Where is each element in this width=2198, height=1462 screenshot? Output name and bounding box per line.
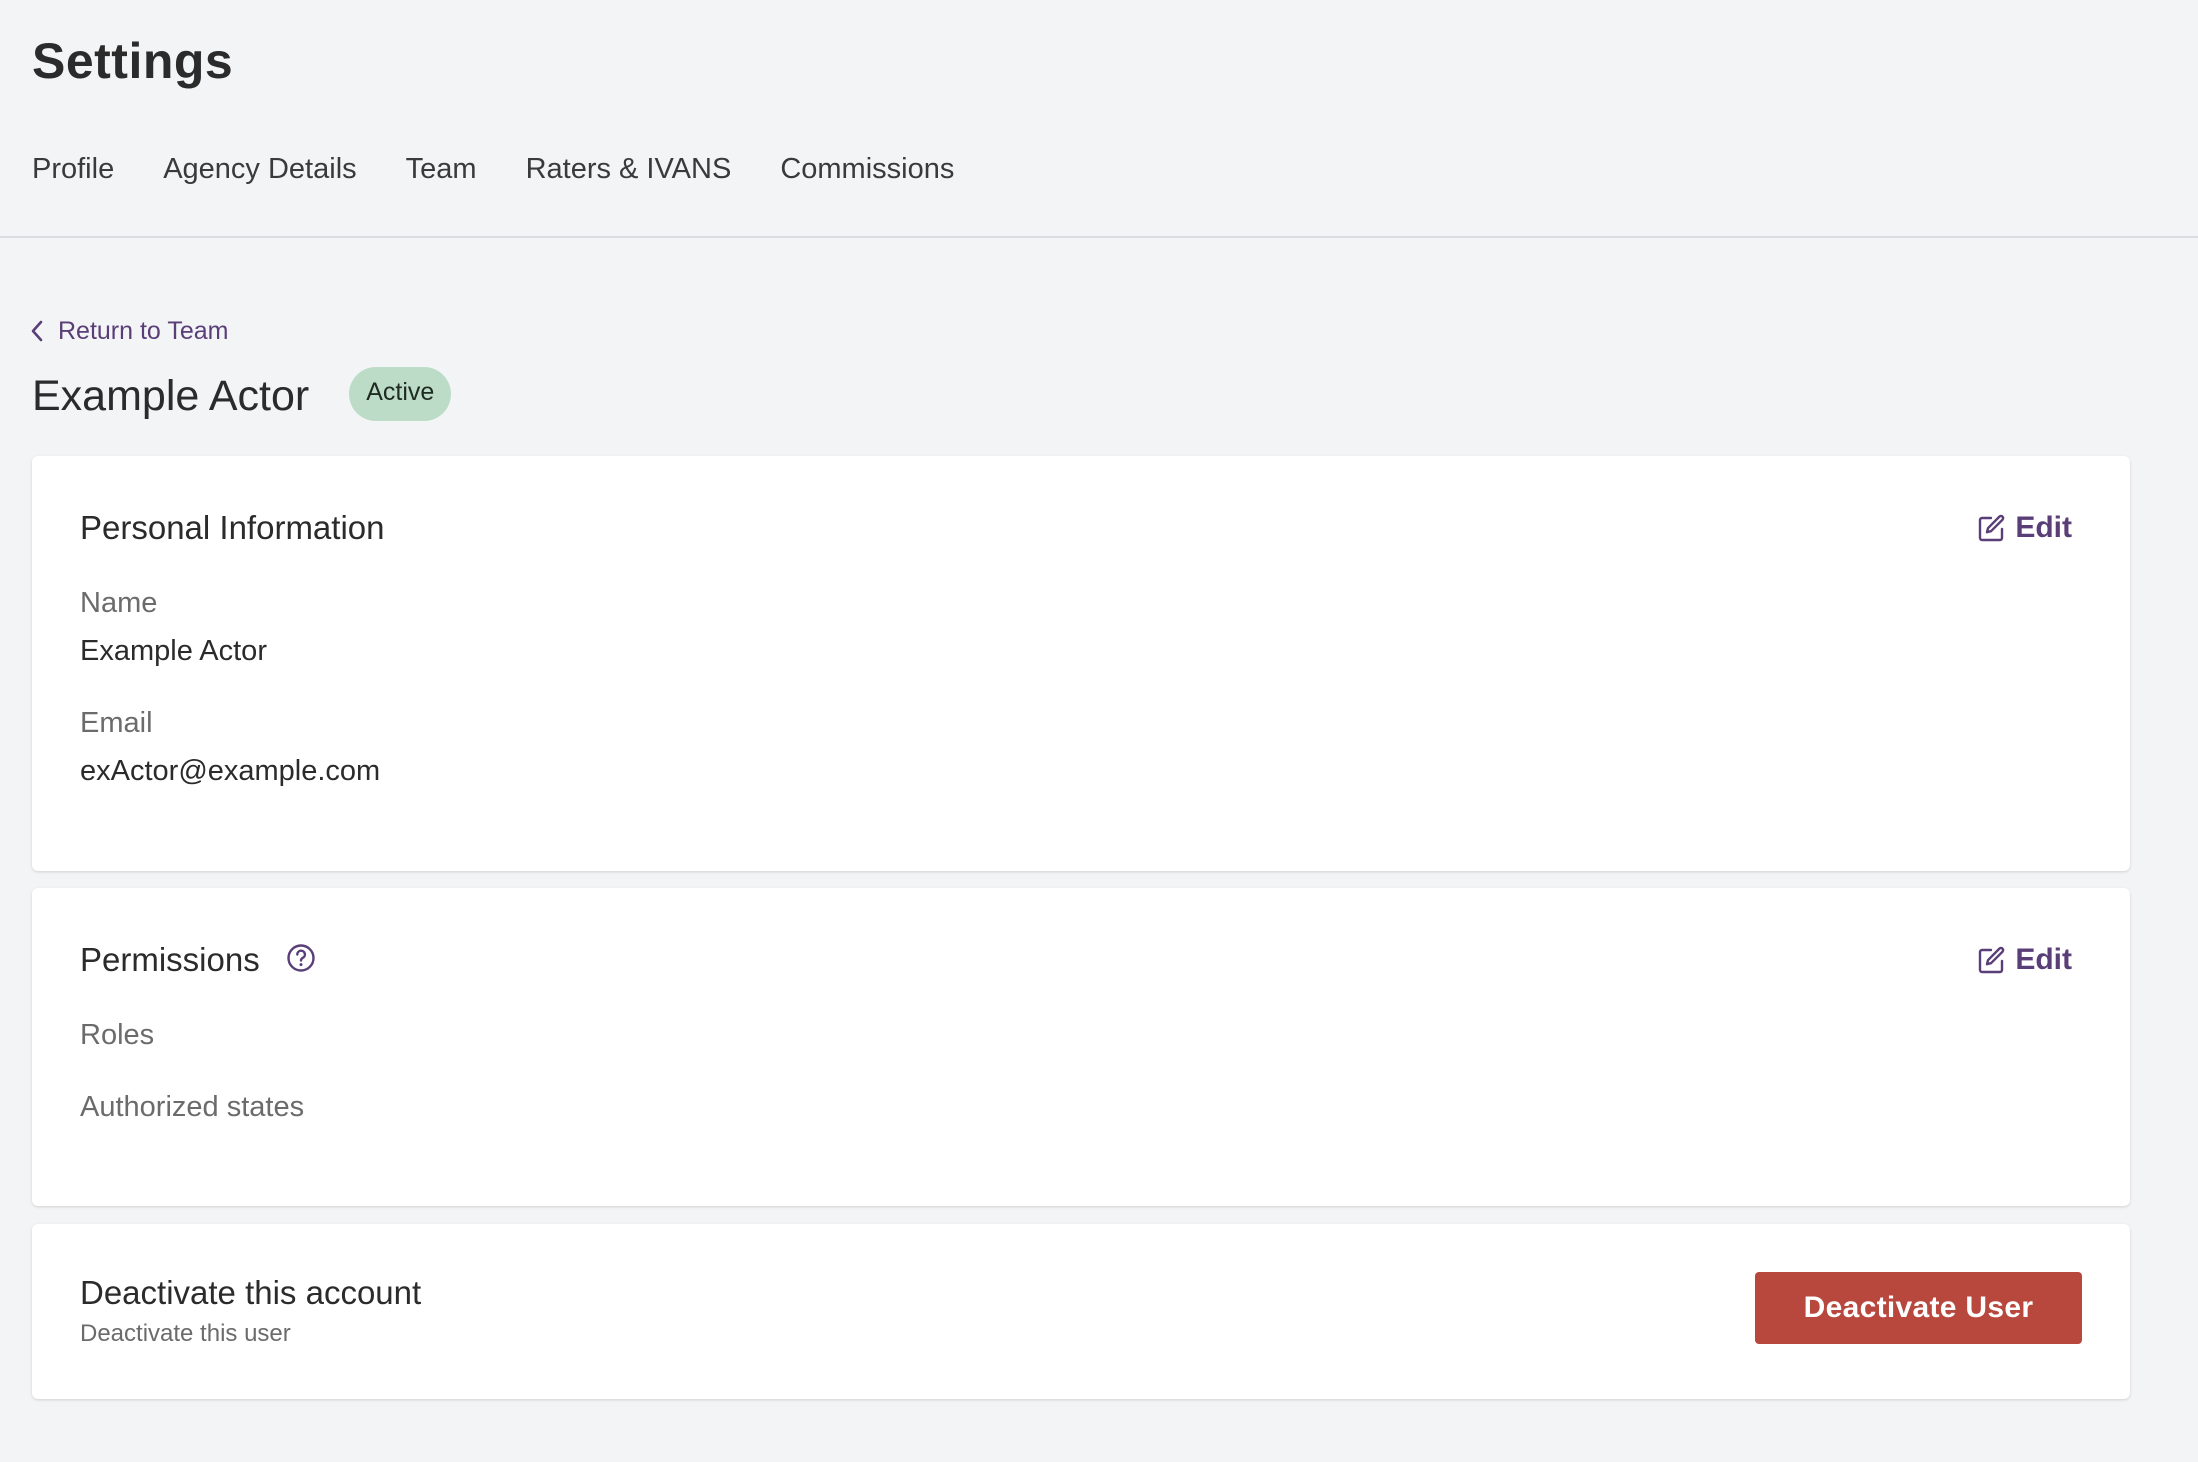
tab-profile[interactable]: Profile <box>32 148 114 190</box>
tab-agency-details[interactable]: Agency Details <box>163 148 356 190</box>
permissions-card: Permissions Edit Roles Authorized states <box>32 888 2130 1206</box>
personal-information-card: Personal Information Edit Name Example A… <box>32 456 2130 871</box>
return-to-team-link[interactable]: Return to Team <box>30 314 228 348</box>
status-badge: Active <box>349 367 452 421</box>
deactivate-subtitle: Deactivate this user <box>80 1320 291 1347</box>
edit-label: Edit <box>2015 943 2072 976</box>
edit-icon <box>1979 514 2005 542</box>
settings-tabs: Profile Agency Details Team Raters & IVA… <box>32 148 954 190</box>
question-circle-icon[interactable] <box>286 943 316 973</box>
deactivate-account-card: Deactivate this account Deactivate this … <box>32 1224 2130 1399</box>
roles-label: Roles <box>80 1019 155 1051</box>
edit-permissions-button[interactable]: Edit <box>1977 940 2072 980</box>
tab-team[interactable]: Team <box>406 148 477 190</box>
settings-header: Settings Profile Agency Details Team Rat… <box>0 0 2198 238</box>
chevron-left-icon <box>31 320 43 342</box>
deactivate-title: Deactivate this account <box>80 1274 422 1311</box>
name-label: Name <box>80 587 158 619</box>
user-name: Example Actor <box>32 372 310 420</box>
email-label: Email <box>80 707 153 739</box>
tab-commissions[interactable]: Commissions <box>780 148 954 190</box>
edit-label: Edit <box>2015 511 2072 544</box>
edit-icon <box>1979 946 2005 974</box>
edit-personal-information-button[interactable]: Edit <box>1977 508 2072 548</box>
authorized-states-label: Authorized states <box>80 1091 305 1123</box>
name-value: Example Actor <box>80 635 267 667</box>
email-value: exActor@example.com <box>80 755 381 787</box>
tab-raters-ivans[interactable]: Raters & IVANS <box>526 148 732 190</box>
user-title-row: Example Actor Active <box>32 367 452 424</box>
permissions-heading: Permissions <box>80 941 260 978</box>
personal-information-heading: Personal Information <box>80 509 385 546</box>
page-title: Settings <box>32 33 234 89</box>
return-to-team-label: Return to Team <box>58 317 229 345</box>
deactivate-user-button[interactable]: Deactivate User <box>1755 1272 2082 1344</box>
